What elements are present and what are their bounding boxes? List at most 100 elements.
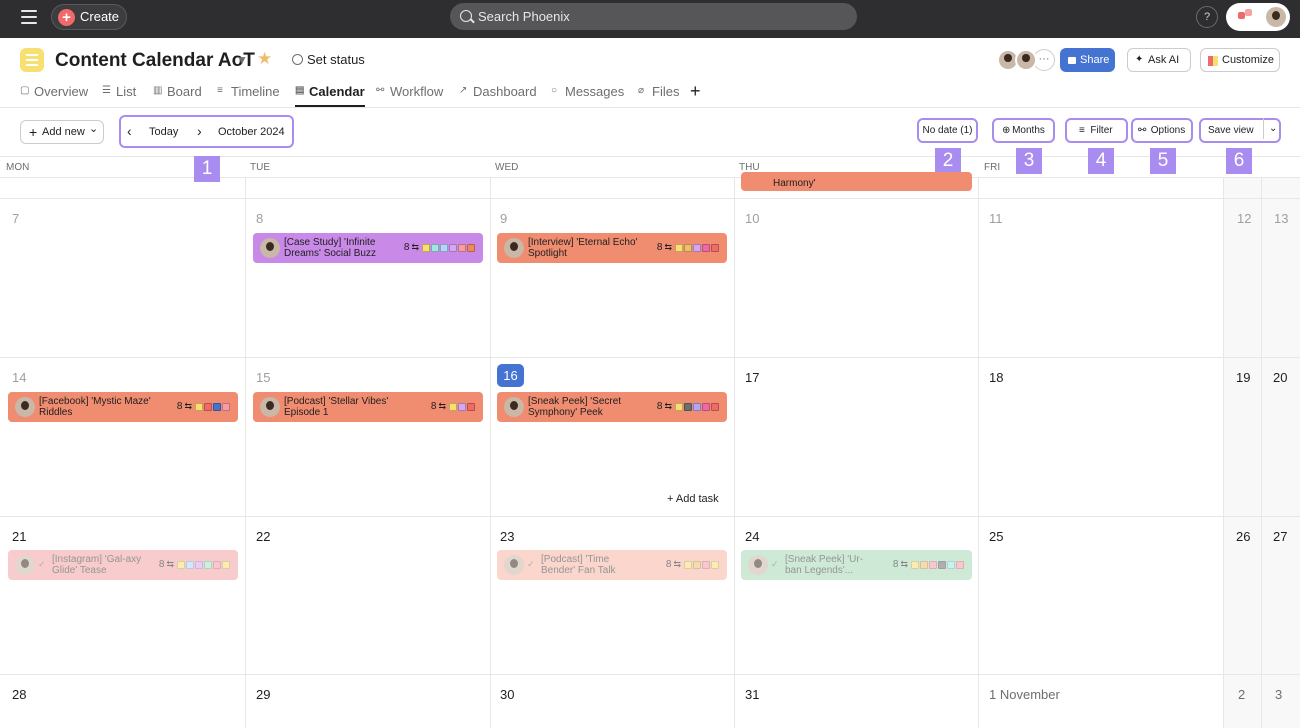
timeline-icon: ≡ <box>217 85 223 96</box>
day-number: 17 <box>745 370 760 385</box>
task-card-partial[interactable]: Harmony' <box>741 172 972 191</box>
task-card[interactable]: [Podcast] 'Stellar Vibes' Episode 1 8 ⇆ <box>253 392 483 422</box>
task-meta: 8 ⇆ <box>177 401 230 412</box>
options-icon: ⚯ <box>1138 125 1147 136</box>
create-button[interactable]: + Create <box>51 4 127 30</box>
day-number: 12 <box>1237 211 1252 226</box>
chevron-down-icon[interactable]: ⌄ <box>1263 118 1277 139</box>
annotation-marker-4: 4 <box>1088 148 1114 174</box>
task-meta: 8 ⇆ <box>404 242 475 253</box>
months-button[interactable]: ⊕ Months <box>992 118 1055 143</box>
members-facepile[interactable]: ··· <box>997 49 1055 71</box>
tab-overview[interactable]: ▢ Overview <box>20 84 88 99</box>
annotation-marker-2: 2 <box>935 148 961 174</box>
day-number: 19 <box>1236 370 1251 385</box>
annotation-marker-5: 5 <box>1150 148 1176 174</box>
project-icon <box>20 48 44 72</box>
check-icon[interactable]: ✓ <box>38 559 46 570</box>
list-icon: ☰ <box>102 85 111 96</box>
subtask-icon: ⇆ <box>664 401 672 411</box>
task-meta: 8 ⇆ <box>893 559 964 570</box>
avatar <box>504 555 524 575</box>
check-icon[interactable]: ✓ <box>771 559 779 570</box>
calendar-grid: Harmony' 7 8 9 10 11 12 13 14 15 16 17 1… <box>0 172 1300 728</box>
task-meta: 8 ⇆ <box>657 401 719 412</box>
tab-calendar[interactable]: ▤ Calendar <box>295 84 365 107</box>
overview-icon: ▢ <box>20 85 30 96</box>
tab-dashboard[interactable]: ↗ Dashboard <box>459 84 537 99</box>
logo-icon <box>1238 9 1258 23</box>
task-meta: 8 ⇆ <box>666 559 719 570</box>
add-task-button[interactable]: + Add task <box>667 493 719 505</box>
avatar <box>1015 49 1037 71</box>
tab-list[interactable]: ☰ List <box>102 84 136 99</box>
weekday-label: FRI <box>984 162 1001 173</box>
avatar <box>15 555 35 575</box>
task-title: [Facebook] 'Mystic Maze' Riddles <box>39 396 151 418</box>
share-button[interactable]: Share <box>1060 48 1115 72</box>
subtask-icon: ⇆ <box>673 559 681 569</box>
set-status-button[interactable]: Set status <box>292 52 365 67</box>
profile-button[interactable] <box>1226 3 1290 31</box>
date-navigation: ‹ Today › October 2024 <box>119 115 294 148</box>
menu-icon[interactable] <box>21 10 37 24</box>
customize-button[interactable]: Customize <box>1200 48 1280 72</box>
day-number: 18 <box>989 370 1004 385</box>
subtask-icon: ⇆ <box>664 242 672 252</box>
options-button[interactable]: ⚯ Options <box>1131 118 1193 143</box>
task-meta: 8 ⇆ <box>159 559 230 570</box>
task-title: [Interview] 'Eternal Echo' Spotlight <box>528 237 638 259</box>
task-card[interactable]: [Facebook] 'Mystic Maze' Riddles 8 ⇆ <box>8 392 238 422</box>
check-icon[interactable]: ✓ <box>527 559 535 570</box>
save-view-button[interactable]: Save view ⌄ <box>1199 118 1281 143</box>
avatar <box>504 397 524 417</box>
task-card[interactable]: [Interview] 'Eternal Echo' Spotlight 8 ⇆ <box>497 233 727 263</box>
day-number: 2 <box>1238 687 1246 702</box>
task-title: [Case Study] 'Infinite Dreams' Social Bu… <box>284 237 376 259</box>
star-icon[interactable]: ★ <box>257 49 272 69</box>
task-card-completed[interactable]: ✓ [Podcast] 'Time Bender' Fan Talk 8 ⇆ <box>497 550 727 580</box>
task-meta: 8 ⇆ <box>431 401 475 412</box>
task-card[interactable]: [Sneak Peek] 'Secret Symphony' Peek 8 ⇆ <box>497 392 727 422</box>
today-day-number: 16 <box>497 364 524 387</box>
day-number: 8 <box>256 211 264 226</box>
plus-icon: + <box>667 493 676 505</box>
search-input[interactable]: Search Phoenix <box>450 3 857 30</box>
day-number: 24 <box>745 529 760 544</box>
avatar <box>504 238 524 258</box>
project-header: Content Calendar AoT ▼ ★ Set status ··· … <box>0 38 1300 108</box>
subtask-icon: ⇆ <box>184 401 192 411</box>
subtask-icon: ⇆ <box>166 559 174 569</box>
task-card[interactable]: [Case Study] 'Infinite Dreams' Social Bu… <box>253 233 483 263</box>
tab-files[interactable]: ⌀ Files <box>638 84 679 99</box>
tab-workflow[interactable]: ⚯ Workflow <box>376 84 443 99</box>
add-tab-icon[interactable]: + <box>690 81 701 102</box>
no-date-button[interactable]: No date (1) <box>917 118 978 143</box>
today-button[interactable]: Today <box>149 126 178 138</box>
top-bar: + Create Search Phoenix ? <box>0 0 1300 38</box>
current-month-label[interactable]: October 2024 <box>218 126 285 138</box>
plus-icon: + <box>58 9 75 26</box>
ask-ai-button[interactable]: ✦ Ask AI <box>1127 48 1191 72</box>
day-number: 15 <box>256 370 271 385</box>
chevron-right-icon[interactable]: › <box>197 123 202 139</box>
avatar <box>260 397 280 417</box>
task-card-completed[interactable]: ✓ [Sneak Peek] 'Ur-ban Legends'... 8 ⇆ <box>741 550 972 580</box>
board-icon: ▥ <box>153 85 163 96</box>
filter-icon: ≡ <box>1079 125 1085 136</box>
add-new-button[interactable]: Add new <box>20 118 104 144</box>
tab-timeline[interactable]: ≡ Timeline <box>217 84 280 99</box>
workflow-icon: ⚯ <box>376 85 385 96</box>
day-number: 21 <box>12 529 27 544</box>
help-button[interactable]: ? <box>1196 6 1218 28</box>
chevron-left-icon[interactable]: ‹ <box>127 123 132 139</box>
weekday-label: TUE <box>250 162 270 173</box>
tab-messages[interactable]: ○ Messages <box>551 84 624 99</box>
tab-board[interactable]: ▥ Board <box>153 84 202 99</box>
day-number: 11 <box>989 211 1003 226</box>
task-card-completed[interactable]: ✓ [Instagram] 'Gal-axy Glide' Tease 8 ⇆ <box>8 550 238 580</box>
calendar-icon: ▤ <box>295 85 305 96</box>
filter-button[interactable]: ≡ Filter <box>1065 118 1128 143</box>
day-number: 10 <box>745 211 760 226</box>
chevron-down-icon[interactable]: ▼ <box>236 53 248 67</box>
